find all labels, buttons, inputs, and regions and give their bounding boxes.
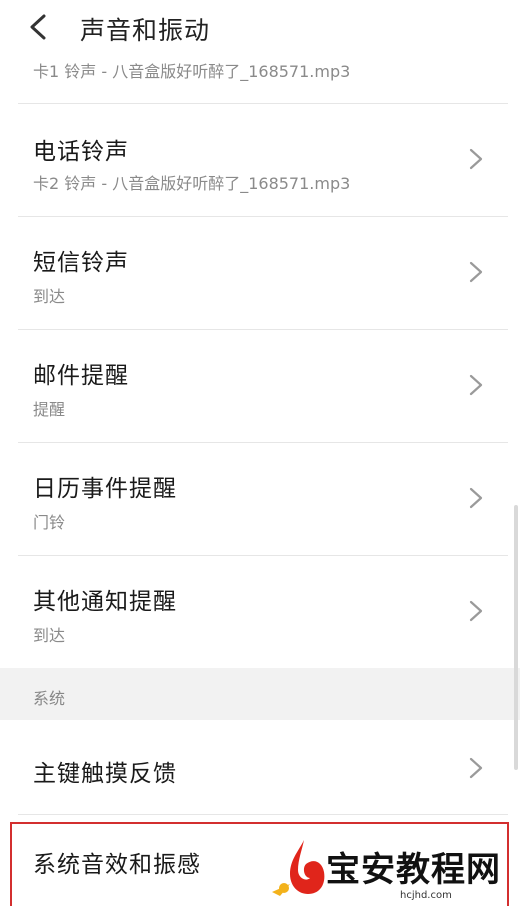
- list-item-title: 邮件提醒: [33, 363, 129, 389]
- chevron-right-icon: [469, 757, 483, 779]
- chevron-right-icon: [469, 261, 483, 283]
- list-item-title: 主键触摸反馈: [33, 761, 177, 787]
- list-item-subtitle: 到达: [33, 626, 66, 645]
- chevron-left-icon[interactable]: [24, 12, 52, 42]
- list-item-title: 其他通知提醒: [33, 589, 177, 615]
- list-item-subtitle: 到达: [33, 287, 66, 306]
- page-title: 声音和振动: [80, 16, 211, 45]
- scrollbar[interactable]: [514, 505, 518, 770]
- list-item-email-reminder[interactable]: 邮件提醒 提醒: [0, 330, 520, 442]
- app-header: 声音和振动: [0, 0, 520, 56]
- list-item-subtitle: 卡2 铃声 - 八音盒版好听醉了_168571.mp3: [33, 174, 351, 193]
- list-item-subtitle: 提醒: [33, 400, 66, 419]
- section-header-system: 系统: [0, 668, 520, 720]
- list-item-other-notification[interactable]: 其他通知提醒 到达: [0, 556, 520, 668]
- list-item-title: 电话铃声: [33, 139, 129, 165]
- list-item-key-touch-feedback[interactable]: 主键触摸反馈: [0, 720, 520, 814]
- list-item-title: 日历事件提醒: [33, 476, 177, 502]
- watermark-url: hcjhd.com: [400, 890, 452, 901]
- list-item-sms-ringtone[interactable]: 短信铃声 到达: [0, 217, 520, 329]
- list-item-subtitle: 门铃: [33, 513, 66, 532]
- chevron-right-icon: [469, 148, 483, 170]
- watermark: 宝安教程网 hcjhd.com: [268, 836, 518, 906]
- chevron-right-icon: [469, 487, 483, 509]
- list-item-title: 短信铃声: [33, 250, 129, 276]
- site-logo-icon: [272, 840, 325, 896]
- chevron-right-icon: [469, 374, 483, 396]
- list-item-phone-ringtone[interactable]: 电话铃声 卡2 铃声 - 八音盒版好听醉了_168571.mp3: [0, 104, 520, 216]
- section-label: 系统: [33, 689, 66, 708]
- list-item-calendar-reminder[interactable]: 日历事件提醒 门铃: [0, 443, 520, 555]
- sim1-ringtone-subtitle: 卡1 铃声 - 八音盒版好听醉了_168571.mp3: [33, 62, 351, 81]
- watermark-text: 宝安教程网: [326, 850, 501, 890]
- chevron-right-icon: [469, 600, 483, 622]
